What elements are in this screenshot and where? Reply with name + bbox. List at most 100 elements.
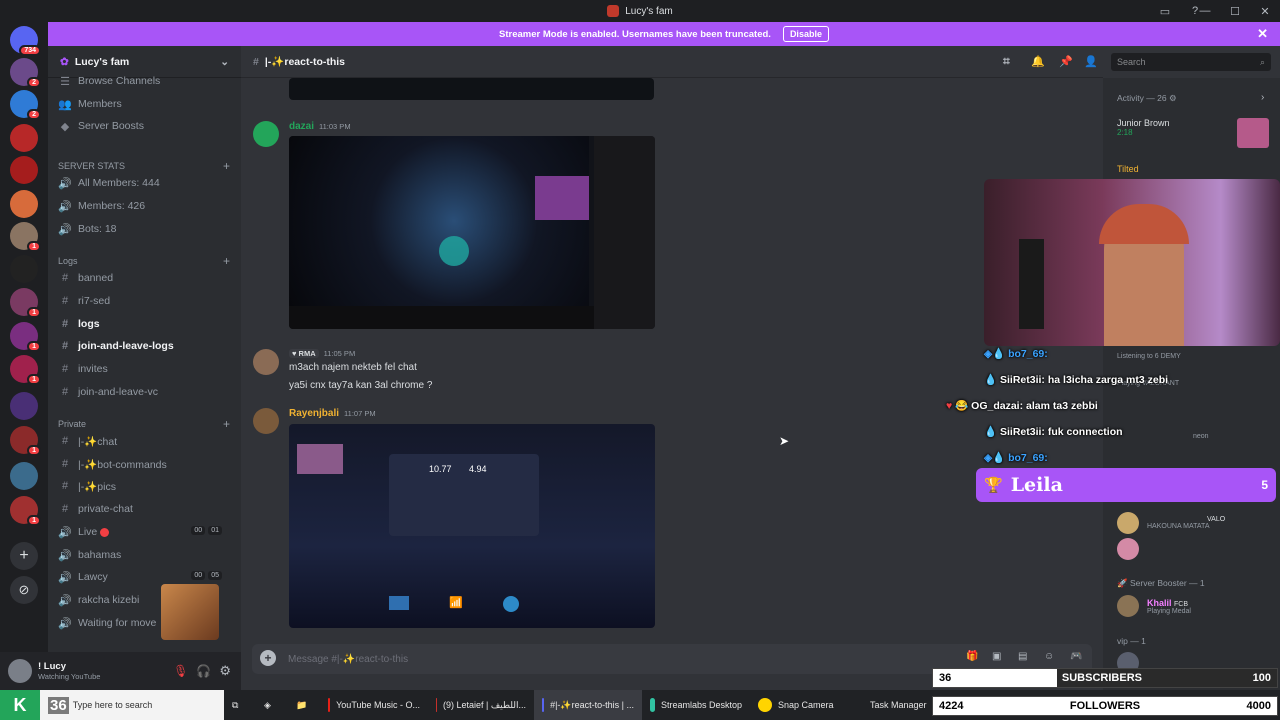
server-boosts-link[interactable]: ◆ Server Boosts	[56, 116, 234, 136]
channel-private-chat[interactable]: # private-chat	[56, 499, 234, 519]
member-list-icon[interactable]: 👤	[1084, 55, 1098, 68]
category-server-stats[interactable]: SERVER STATS +	[58, 159, 230, 173]
member-tag: neon	[1193, 433, 1209, 440]
channel-chat[interactable]: # |-✨chat	[56, 431, 234, 451]
channel-logs[interactable]: # logs	[56, 314, 234, 334]
inbox-icon[interactable]: ▭	[1150, 5, 1180, 18]
member-item[interactable]	[1117, 538, 1147, 560]
taskbar-search-input[interactable]: 36 Type here to search	[40, 690, 224, 720]
activity-item[interactable]: Tilted	[1117, 164, 1139, 174]
taskbar-label: #|-✨react-to-this | ...	[550, 699, 634, 710]
avatar[interactable]	[253, 121, 279, 147]
channel-members[interactable]: 🔊 Members: 426	[56, 196, 234, 216]
message-author[interactable]: Rayenjbali 11:07 PM	[289, 408, 376, 419]
upload-plus-icon[interactable]: +	[260, 650, 276, 666]
role-label: VALO	[1207, 516, 1226, 523]
gif-icon[interactable]: ▣	[992, 651, 1001, 662]
home-button[interactable]: 734	[10, 26, 41, 56]
avatar[interactable]	[8, 659, 32, 683]
member-item[interactable]: VALO HAKOUNA MATATA	[1117, 512, 1225, 534]
gift-icon[interactable]: 🎁	[966, 651, 978, 662]
server-icon[interactable]	[10, 255, 38, 283]
add-channel-icon[interactable]: +	[223, 254, 230, 268]
category-logs[interactable]: Logs +	[58, 254, 230, 268]
server-icon[interactable]	[10, 190, 38, 218]
server-icon[interactable]	[10, 462, 38, 490]
taskbar-item[interactable]: Snap Camera	[750, 690, 856, 720]
server-icon[interactable]: 1	[10, 322, 41, 352]
channel-banned[interactable]: # banned	[56, 268, 234, 288]
server-icon[interactable]	[10, 392, 38, 420]
channel-join-and-leave-vc[interactable]: # join-and-leave-vc	[56, 382, 234, 402]
member-item[interactable]: Khalil FCB Playing Medal	[1117, 595, 1191, 617]
taskbar-item[interactable]: (9) Letaief | اللطيف...	[428, 690, 534, 720]
taskbar-item[interactable]: Task Manager	[856, 690, 927, 720]
previous-screenshot-attachment[interactable]	[289, 78, 654, 100]
server-icon[interactable]: 2	[10, 58, 41, 88]
activity-item[interactable]: Junior Brown 2:18	[1117, 118, 1170, 137]
hash-icon: #	[253, 55, 259, 68]
message-author[interactable]: dazai 11:03 PM	[289, 121, 351, 132]
minimize-button[interactable]: —	[1190, 5, 1220, 17]
voice-icon: 🔊	[58, 177, 72, 190]
explore-icon[interactable]: ⊘	[10, 576, 38, 604]
chevron-right-icon[interactable]: ›	[1261, 92, 1264, 103]
members-link[interactable]: 👥 Members	[56, 94, 234, 114]
server-badge: 1	[27, 445, 41, 456]
server-icon[interactable]: 1	[10, 222, 41, 252]
close-window-button[interactable]: ✕	[1250, 5, 1280, 18]
category-private[interactable]: Private +	[58, 417, 230, 431]
task-view-icon[interactable]: ⧉	[224, 690, 256, 720]
close-banner-icon[interactable]: ✕	[1257, 26, 1268, 42]
disable-streamer-mode-button[interactable]: Disable	[782, 26, 829, 42]
speedtest-screenshot-attachment[interactable]: 10.77 4.94 📶	[289, 424, 655, 628]
taskbar-item[interactable]: YouTube Music - O...	[320, 690, 428, 720]
channel-live[interactable]: 🔊 Live 00 01	[56, 522, 234, 542]
channel-bahamas[interactable]: 🔊 bahamas	[56, 545, 234, 565]
channel-ri7-sed[interactable]: # ri7-sed	[56, 291, 234, 311]
settings-gear-icon[interactable]: ⚙	[219, 663, 231, 679]
mute-icon[interactable]: 🎙	[173, 664, 188, 678]
browse-channels[interactable]: ☰ Browse Channels	[56, 71, 234, 91]
avatar[interactable]	[253, 349, 279, 375]
avatar[interactable]	[253, 408, 279, 434]
add-channel-icon[interactable]: +	[223, 159, 230, 173]
hash-icon: #	[61, 386, 69, 398]
server-icon[interactable]: 1	[10, 288, 41, 318]
notification-bell-icon[interactable]: 🔔	[1031, 55, 1045, 68]
activities-icon[interactable]: 🎮	[1070, 651, 1082, 662]
server-icon[interactable]: 2	[10, 90, 41, 120]
channel-bots[interactable]: 🔊 Bots: 18	[56, 219, 234, 239]
server-icon[interactable]: 1	[10, 355, 41, 385]
server-icon[interactable]: 1	[10, 426, 41, 456]
maximize-button[interactable]: ☐	[1220, 5, 1250, 18]
category-label: SERVER STATS	[58, 161, 126, 171]
file-explorer-icon[interactable]: 📁	[288, 690, 320, 720]
channel-bot-commands[interactable]: # |-✨bot-commands	[56, 454, 234, 474]
channel-all-members[interactable]: 🔊 All Members: 444	[56, 173, 234, 193]
emoji-icon[interactable]: ☺	[1044, 651, 1054, 662]
start-button[interactable]: K	[0, 690, 40, 720]
search-input[interactable]: Search ⌕	[1111, 53, 1271, 71]
image-attachment[interactable]	[289, 136, 655, 329]
stream-chat-line: ◈💧 bo7_69:	[984, 451, 1048, 464]
taskbar-item[interactable]: Streamlabs Desktop	[642, 690, 750, 720]
sticker-icon[interactable]: ▤	[1018, 651, 1027, 662]
server-icon[interactable]	[10, 124, 38, 152]
channel-label: Browse Channels	[78, 75, 161, 87]
message-author[interactable]: ♥ RMA 11:05 PM	[289, 348, 355, 359]
deafen-icon[interactable]: 🎧	[196, 664, 211, 678]
server-icon[interactable]	[10, 156, 38, 184]
taskbar-item-active[interactable]: #|-✨react-to-this | ...	[534, 690, 642, 720]
activity-header[interactable]: Activity — 26 ⚙	[1117, 93, 1177, 104]
add-channel-icon[interactable]: +	[223, 417, 230, 431]
threads-icon[interactable]: ⌗	[1003, 54, 1010, 69]
channel-invites[interactable]: # invites	[56, 359, 234, 379]
server-icon[interactable]: 1	[10, 496, 41, 526]
channel-pics[interactable]: # |-✨pics	[56, 476, 234, 496]
pinned-icon[interactable]: 📌	[1059, 55, 1073, 68]
category-label: Logs	[58, 256, 78, 266]
channel-join-and-leave-logs[interactable]: # join-and-leave-logs	[56, 336, 234, 356]
add-server-icon[interactable]: +	[10, 542, 38, 570]
copilot-icon[interactable]: ◈	[256, 690, 288, 720]
